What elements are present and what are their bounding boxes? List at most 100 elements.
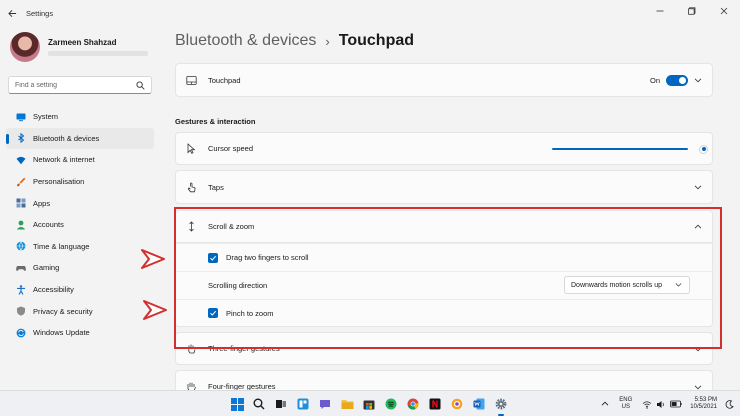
cursor-speed-slider[interactable]	[552, 148, 688, 150]
four-finger-icon	[186, 381, 197, 390]
scroll-zoom-header[interactable]: Scroll & zoom	[175, 210, 713, 243]
sidebar-item-time-language[interactable]: Time & language	[6, 236, 154, 258]
gamepad-icon	[16, 263, 26, 273]
sidebar-item-privacy[interactable]: Privacy & security	[6, 300, 154, 322]
taskbar-chat[interactable]	[314, 391, 336, 416]
taskbar-spotify[interactable]	[380, 391, 402, 416]
minimize-icon	[656, 10, 664, 12]
chevron-down-icon[interactable]	[694, 183, 702, 191]
taskbar-start[interactable]	[226, 391, 248, 416]
scroll-zoom-card: Scroll & zoom Drag two fingers to scroll…	[175, 210, 713, 348]
profile-name: Zarmeen Shahzad	[48, 38, 117, 47]
scrolling-direction-dropdown[interactable]: Downwards motion scrolls up	[564, 276, 690, 294]
accessibility-icon	[16, 284, 26, 295]
taskbar-file-explorer[interactable]	[336, 391, 358, 416]
accounts-icon	[16, 220, 26, 230]
task-view-icon	[276, 400, 286, 408]
sidebar-item-accessibility[interactable]: Accessibility	[6, 279, 154, 301]
clock-date: 10/5/2021	[690, 404, 717, 410]
taskbar-widgets[interactable]	[292, 391, 314, 416]
search-box[interactable]	[8, 76, 152, 94]
close-icon	[720, 7, 728, 15]
sidebar-item-network[interactable]: Network & internet	[6, 149, 154, 171]
taskbar-search[interactable]	[248, 391, 270, 416]
breadcrumb: Bluetooth & devices › Touchpad	[175, 32, 414, 50]
three-finger-gestures-card[interactable]: Three-finger gestures	[175, 332, 713, 365]
taskbar-task-view[interactable]	[270, 391, 292, 416]
taskbar-photos[interactable]	[446, 391, 468, 416]
touchpad-card[interactable]: Touchpad On	[175, 63, 713, 97]
profile[interactable]: Zarmeen Shahzad	[10, 32, 148, 62]
sidebar-item-label: Accounts	[33, 220, 64, 230]
taskbar: ENG US 5:53 PM 10/5/2021	[0, 390, 740, 416]
pinch-to-zoom-checkbox[interactable]	[208, 308, 218, 318]
sidebar-item-personalisation[interactable]: Personalisation	[6, 171, 154, 193]
chevron-down-icon[interactable]	[694, 383, 702, 391]
pinch-to-zoom-row: Pinch to zoom	[175, 299, 713, 327]
touchpad-icon	[186, 75, 197, 86]
chevron-up-icon[interactable]	[694, 223, 702, 231]
touchpad-toggle[interactable]	[666, 74, 688, 86]
annotation-arrow-icon	[143, 300, 167, 320]
checkmark-icon	[210, 255, 217, 261]
maximize-button[interactable]	[676, 0, 708, 22]
back-button[interactable]	[0, 0, 24, 26]
scrolling-direction-row: Scrolling direction Downwards motion scr…	[175, 271, 713, 299]
sidebar-item-label: System	[33, 112, 59, 122]
app-title: Settings	[26, 8, 54, 18]
chevron-down-icon	[675, 281, 683, 289]
taps-card[interactable]: Taps	[175, 170, 713, 204]
taskbar-settings[interactable]	[490, 391, 512, 416]
clock[interactable]: 5:53 PM 10/5/2021	[690, 397, 717, 412]
clock-time: 5:53 PM	[694, 396, 717, 403]
taps-label: Taps	[208, 182, 224, 192]
shield-icon	[16, 306, 26, 316]
word-icon	[473, 398, 485, 410]
windows-start-icon	[230, 397, 244, 411]
sidebar-item-windows-update[interactable]: Windows Update	[6, 322, 154, 344]
close-button[interactable]	[708, 0, 740, 22]
sidebar-item-bluetooth[interactable]: Bluetooth & devices	[6, 127, 154, 150]
file-explorer-icon	[341, 400, 353, 409]
language-indicator[interactable]: ENG US	[619, 397, 632, 411]
search-input[interactable]	[15, 81, 136, 89]
notification-moon-icon[interactable]	[725, 399, 734, 409]
netflix-icon	[429, 398, 441, 410]
search-icon	[136, 80, 145, 90]
sidebar-item-system[interactable]: System	[6, 106, 154, 128]
chevron-down-icon[interactable]	[694, 345, 702, 353]
wifi-icon[interactable]	[642, 400, 652, 409]
pinch-to-zoom-label: Pinch to zoom	[226, 308, 274, 318]
four-finger-gestures-card[interactable]: Four-finger gestures	[175, 370, 713, 390]
apps-icon	[16, 198, 26, 208]
taskbar-chrome[interactable]	[402, 391, 424, 416]
system-tray: ENG US 5:53 PM 10/5/2021	[599, 391, 736, 416]
breadcrumb-separator: ›	[325, 33, 330, 49]
cursor-speed-slider-thumb[interactable]	[699, 144, 708, 154]
cursor-icon	[186, 143, 197, 154]
globe-icon	[16, 241, 26, 252]
taskbar-netflix[interactable]	[424, 391, 446, 416]
scrolling-direction-value: Downwards motion scrolls up	[571, 281, 663, 289]
drag-two-fingers-checkbox[interactable]	[208, 252, 218, 263]
sidebar-item-accounts[interactable]: Accounts	[6, 214, 154, 236]
wifi-icon	[16, 155, 26, 165]
scrolling-direction-label: Scrolling direction	[208, 281, 268, 290]
update-icon	[16, 328, 26, 338]
language-bottom: US	[621, 404, 630, 410]
touchpad-label: Touchpad	[208, 75, 241, 85]
minimize-button[interactable]	[644, 0, 676, 22]
sidebar-nav: System Bluetooth & devices Network & int…	[6, 106, 154, 344]
breadcrumb-parent[interactable]: Bluetooth & devices	[175, 32, 316, 50]
page-title: Touchpad	[338, 32, 415, 49]
search-icon	[253, 398, 265, 410]
sidebar-item-gaming[interactable]: Gaming	[6, 257, 154, 279]
sidebar-item-apps[interactable]: Apps	[6, 192, 154, 214]
taskbar-microsoft-store[interactable]	[358, 391, 380, 416]
chat-icon	[320, 400, 330, 409]
show-hidden-icons-chevron-up-icon[interactable]	[601, 400, 609, 408]
battery-icon[interactable]	[670, 400, 682, 408]
taskbar-word[interactable]	[468, 391, 490, 416]
volume-icon[interactable]	[656, 400, 666, 409]
chevron-down-icon[interactable]	[694, 76, 702, 84]
